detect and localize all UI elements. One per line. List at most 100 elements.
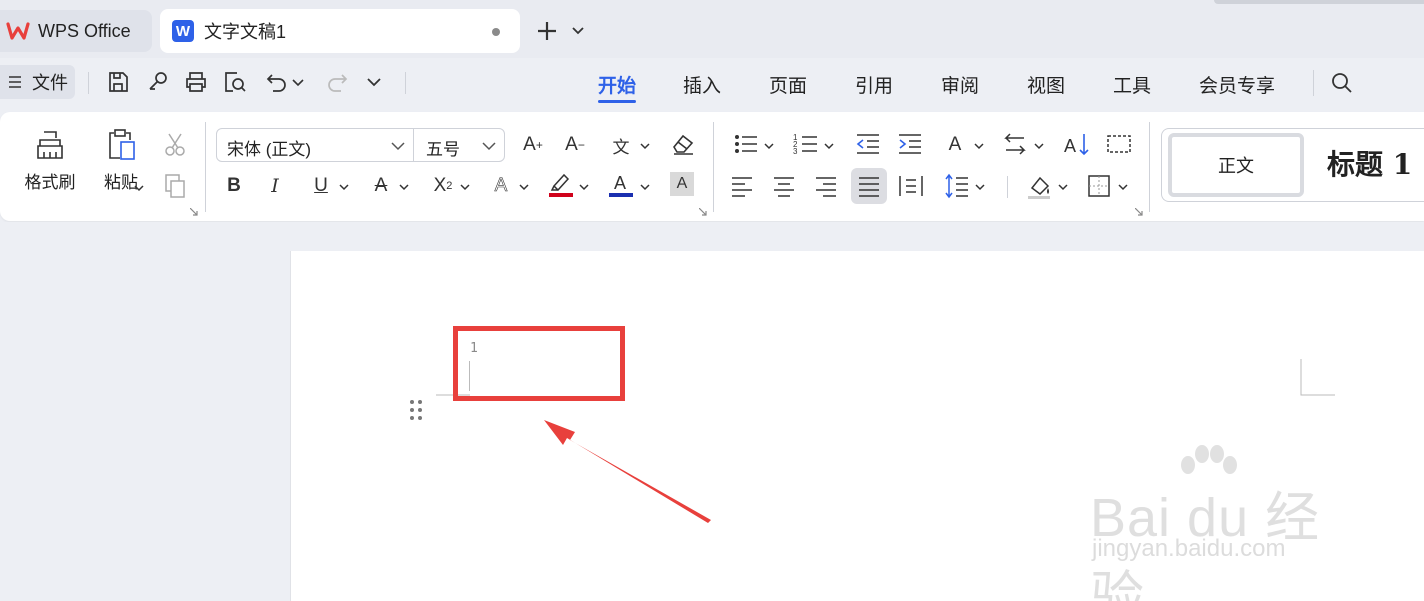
file-menu-button[interactable]: 文件 [0, 65, 75, 99]
style-normal-label: 正文 [1218, 156, 1254, 177]
strikethrough-dropdown-icon[interactable] [399, 183, 409, 191]
tab-view[interactable]: 视图 [1027, 71, 1065, 98]
svg-text:3: 3 [793, 147, 798, 156]
numbered-list-icon[interactable]: 123 [791, 130, 821, 158]
tab-member[interactable]: 会员专享 [1199, 71, 1275, 98]
font-family-value: 宋体 (正文) [227, 140, 312, 159]
grow-font-icon[interactable]: A + [518, 131, 548, 159]
annotation-highlight-box [453, 326, 625, 401]
tab-page[interactable]: 页面 [769, 71, 807, 98]
borders-icon[interactable] [1084, 172, 1114, 200]
sort-direction-icon[interactable] [1000, 130, 1030, 158]
svg-text:A: A [614, 173, 626, 193]
tab-document[interactable]: W 文字文稿1 [160, 9, 520, 53]
wps-logo-icon [6, 22, 30, 40]
align-center-icon[interactable] [769, 172, 799, 200]
align-right-icon[interactable] [811, 172, 841, 200]
divider [405, 72, 406, 94]
line-spacing-dropdown-icon[interactable] [975, 183, 985, 191]
ribbon-home: 格式刷 粘贴 宋体 (正文) 五号 A + A − 文 B I U A X2 A… [0, 112, 1424, 221]
distribute-icon[interactable] [896, 172, 926, 200]
search-icon[interactable] [1330, 71, 1354, 95]
text-direction-dropdown-icon[interactable] [974, 142, 984, 150]
underline-dropdown-icon[interactable] [339, 183, 349, 191]
align-left-icon[interactable] [727, 172, 757, 200]
strikethrough-icon[interactable]: A [366, 172, 396, 200]
paste-dropdown-icon[interactable] [134, 184, 144, 192]
font-size-select[interactable]: 五号 [413, 128, 505, 162]
tab-review[interactable]: 审阅 [941, 71, 979, 98]
undo-icon[interactable] [265, 70, 289, 94]
highlight-color-icon[interactable] [546, 170, 576, 198]
divider [205, 122, 206, 212]
bullet-list-dropdown-icon[interactable] [764, 142, 774, 150]
underline-icon[interactable]: U [306, 172, 336, 200]
print-preview-icon[interactable] [223, 70, 247, 94]
paragraph-group-launcher-icon[interactable] [1135, 208, 1143, 216]
bold-icon[interactable]: B [219, 172, 249, 200]
save-icon[interactable] [106, 70, 130, 94]
cut-icon[interactable] [160, 130, 190, 158]
shrink-font-icon[interactable]: A − [560, 131, 590, 159]
phonetic-dropdown-icon[interactable] [640, 142, 650, 150]
format-painter-button[interactable]: 格式刷 [22, 128, 78, 193]
text-effect-dropdown-icon[interactable] [519, 183, 529, 191]
svg-text:A: A [1064, 136, 1076, 156]
copy-icon[interactable] [160, 172, 190, 200]
style-normal[interactable]: 正文 [1168, 133, 1304, 197]
borders-dropdown-icon[interactable] [1118, 183, 1128, 191]
superscript-icon[interactable]: X2 [428, 172, 458, 200]
unsaved-dot-icon[interactable] [492, 28, 500, 36]
char-shading-icon[interactable]: A [670, 172, 694, 196]
menu-row: 文件 开始 插入 页面 引用 审阅 视图 工具 会员专享 [0, 58, 1424, 108]
tab-document-title: 文字文稿1 [204, 22, 287, 42]
text-direction-icon[interactable]: A [940, 131, 970, 159]
show-marks-icon[interactable] [1104, 130, 1134, 158]
tab-references[interactable]: 引用 [855, 71, 893, 98]
font-family-select[interactable]: 宋体 (正文) [216, 128, 414, 162]
shading-icon[interactable] [1024, 172, 1054, 200]
sort-direction-dropdown-icon[interactable] [1034, 142, 1044, 150]
tab-wps-home[interactable]: WPS Office [0, 10, 152, 52]
margin-corner-top-right [1300, 359, 1335, 396]
tab-home[interactable]: 开始 [598, 71, 636, 98]
bullet-list-icon[interactable] [731, 130, 761, 158]
justify-icon[interactable] [854, 172, 884, 200]
file-menu-label: 文件 [32, 73, 68, 93]
tab-insert[interactable]: 插入 [683, 71, 721, 98]
font-group-launcher-icon[interactable] [699, 208, 707, 216]
writer-doc-icon: W [172, 20, 194, 42]
increase-indent-icon[interactable] [895, 130, 925, 158]
window-edge [1214, 0, 1424, 4]
new-tab-plus-icon[interactable] [536, 20, 558, 42]
numbered-list-dropdown-icon[interactable] [824, 142, 834, 150]
font-color-icon[interactable]: A [606, 170, 636, 198]
active-tab-indicator [598, 100, 636, 103]
redo-icon[interactable] [325, 70, 349, 94]
font-color-dropdown-icon[interactable] [640, 183, 650, 191]
hamburger-icon [9, 76, 21, 88]
highlight-dropdown-icon[interactable] [579, 183, 589, 191]
paste-label: 粘贴 [104, 173, 138, 192]
phonetic-guide-icon[interactable]: 文 [606, 131, 636, 159]
style-heading-1[interactable]: 标题 1 [1327, 143, 1412, 183]
decrease-indent-icon[interactable] [853, 130, 883, 158]
italic-icon[interactable]: I [260, 172, 290, 200]
drag-handle-icon[interactable] [407, 398, 425, 424]
tab-tools[interactable]: 工具 [1113, 71, 1151, 98]
undo-dropdown-icon[interactable] [292, 78, 304, 88]
paste-icon [109, 129, 135, 160]
sort-icon[interactable]: A [1062, 130, 1092, 158]
clipboard-group-launcher-icon[interactable] [190, 208, 198, 216]
text-effect-icon[interactable]: A [486, 172, 516, 200]
line-spacing-icon[interactable] [942, 172, 972, 200]
divider [88, 72, 89, 94]
export-link-icon[interactable] [146, 70, 170, 94]
superscript-dropdown-icon[interactable] [460, 183, 470, 191]
font-family-dropdown-icon [391, 142, 405, 151]
new-tab-dropdown-icon[interactable] [572, 26, 584, 36]
shading-dropdown-icon[interactable] [1058, 183, 1068, 191]
print-icon[interactable] [184, 70, 208, 94]
more-quick-actions-icon[interactable] [366, 76, 382, 88]
clear-format-icon[interactable] [668, 130, 698, 158]
